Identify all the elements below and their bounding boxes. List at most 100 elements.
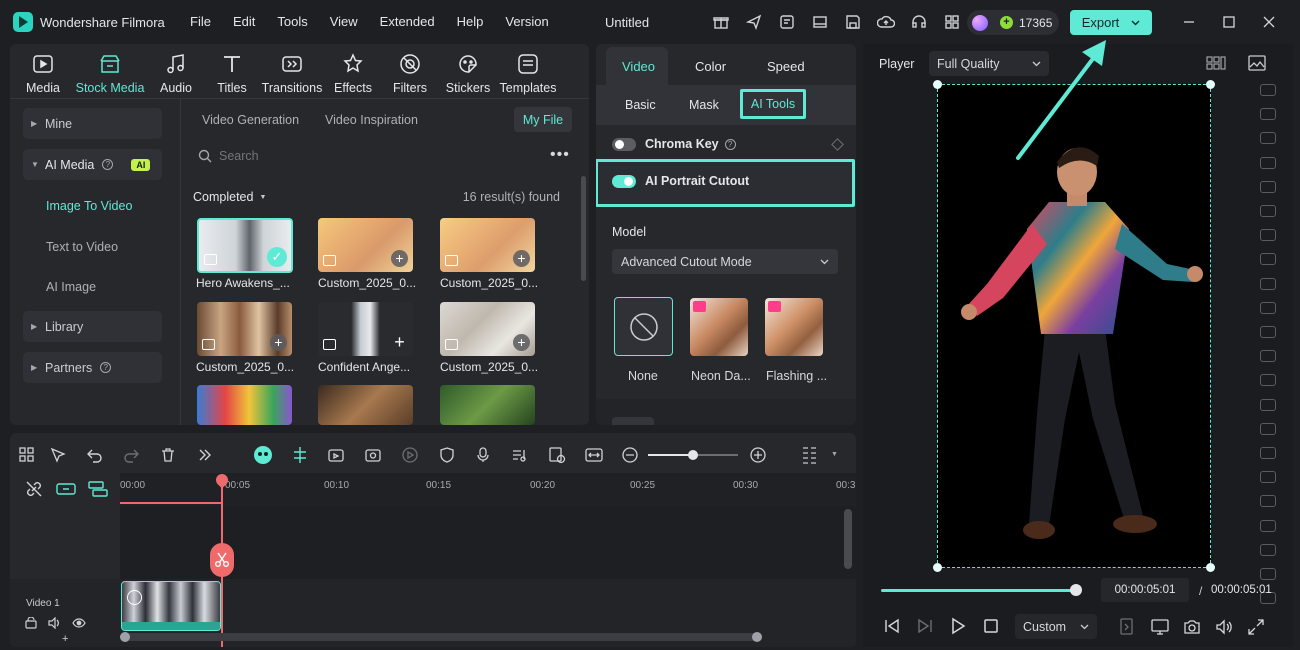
send-icon[interactable]: [743, 11, 765, 33]
my-file-button[interactable]: My File: [514, 107, 572, 132]
help-icon[interactable]: ?: [102, 159, 114, 170]
tab-color[interactable]: Color: [695, 59, 726, 74]
image-icon[interactable]: [1248, 55, 1266, 71]
media-thumbnail[interactable]: +: [318, 302, 413, 356]
resize-handle[interactable]: [933, 80, 942, 89]
tab-video-inspiration[interactable]: Video Inspiration: [325, 113, 418, 127]
media-thumbnail[interactable]: +: [197, 302, 292, 356]
maximize-icon[interactable]: [1220, 13, 1238, 31]
audio-mute-icon[interactable]: [48, 617, 62, 629]
export-button[interactable]: Export: [1070, 10, 1152, 35]
zoom-in-icon[interactable]: [748, 445, 768, 465]
menu-file[interactable]: File: [190, 14, 211, 29]
subtab-mask[interactable]: Mask: [689, 98, 719, 112]
select-pointer-icon[interactable]: [48, 445, 68, 465]
delete-icon[interactable]: [158, 445, 178, 465]
model-dropdown[interactable]: Advanced Cutout Mode: [612, 249, 838, 274]
zoom-slider-handle[interactable]: [688, 450, 698, 460]
tab-effects[interactable]: Effects: [325, 51, 381, 95]
volume-icon[interactable]: [1215, 618, 1233, 636]
media-thumbnail[interactable]: [318, 385, 413, 425]
sidebar-item-image-to-video[interactable]: Image To Video: [46, 199, 132, 213]
audio-mix-icon[interactable]: [510, 445, 530, 465]
help-icon[interactable]: ?: [724, 138, 736, 150]
close-icon[interactable]: [1260, 13, 1278, 31]
add-icon[interactable]: +: [513, 334, 530, 351]
preset-none[interactable]: [614, 297, 673, 356]
media-thumbnail[interactable]: ✓: [197, 218, 293, 273]
tab-stickers[interactable]: Stickers: [439, 51, 497, 95]
tab-audio[interactable]: Audio: [147, 51, 205, 95]
media-thumbnail[interactable]: [197, 385, 292, 425]
sidebar-item-library[interactable]: ▶ Library: [23, 311, 162, 342]
microphone-icon[interactable]: [473, 445, 493, 465]
minimize-icon[interactable]: [1180, 13, 1198, 31]
resize-handle[interactable]: [933, 563, 942, 572]
tab-transitions[interactable]: Transitions: [259, 51, 325, 95]
menu-view[interactable]: View: [330, 14, 358, 29]
search-input[interactable]: [219, 149, 519, 163]
credits-badge[interactable]: + 17365: [967, 10, 1059, 35]
current-time-box[interactable]: 00:00:05:01: [1101, 578, 1189, 602]
add-icon[interactable]: +: [391, 333, 408, 351]
clip-edit-icon[interactable]: [326, 445, 346, 465]
media-thumbnail[interactable]: +: [440, 302, 535, 356]
add-track-icon[interactable]: [56, 479, 76, 499]
previous-frame-icon[interactable]: [883, 617, 901, 635]
menu-edit[interactable]: Edit: [233, 14, 255, 29]
stop-icon[interactable]: [982, 617, 1000, 635]
layout-grid-icon[interactable]: [17, 445, 37, 465]
split-button[interactable]: [210, 543, 234, 577]
vertical-scrollbar[interactable]: [844, 509, 852, 569]
chroma-key-toggle[interactable]: [612, 137, 636, 151]
ai-assistant-icon[interactable]: [253, 445, 273, 465]
undo-icon[interactable]: [85, 445, 105, 465]
headset-icon[interactable]: [908, 11, 930, 33]
grid-view-icon[interactable]: [1206, 56, 1226, 70]
menu-version[interactable]: Version: [505, 14, 548, 29]
playhead-handle[interactable]: [1070, 584, 1082, 596]
display-icon[interactable]: [1151, 618, 1169, 636]
sidebar-item-ai-image[interactable]: AI Image: [46, 280, 96, 294]
gift-icon[interactable]: [710, 11, 732, 33]
layout-icon[interactable]: [809, 11, 831, 33]
menu-extended[interactable]: Extended: [380, 14, 435, 29]
eye-icon[interactable]: [72, 617, 86, 629]
add-icon[interactable]: +: [62, 633, 68, 645]
shield-icon[interactable]: [437, 445, 457, 465]
media-thumbnail[interactable]: +: [318, 218, 413, 272]
render-preview-icon[interactable]: [400, 445, 420, 465]
mark-in-icon[interactable]: [1119, 618, 1135, 636]
media-thumbnail[interactable]: [440, 385, 535, 425]
caret-down-icon[interactable]: ▼: [831, 451, 838, 458]
more-options-icon[interactable]: •••: [550, 146, 570, 164]
tab-stock-media[interactable]: Stock Media: [73, 51, 147, 95]
help-icon[interactable]: ?: [100, 362, 112, 373]
add-icon[interactable]: +: [270, 334, 287, 351]
tab-templates[interactable]: Templates: [497, 51, 559, 95]
scroll-handle[interactable]: [752, 632, 762, 642]
preset-neon-dance[interactable]: [690, 298, 748, 356]
sidebar-item-partners[interactable]: ▶ Partners ?: [23, 352, 162, 383]
ai-portrait-cutout-toggle[interactable]: [612, 174, 636, 188]
menu-tools[interactable]: Tools: [277, 14, 307, 29]
redo-icon[interactable]: [121, 445, 141, 465]
link-icon[interactable]: [24, 479, 44, 499]
tab-titles[interactable]: Titles: [205, 51, 259, 95]
tab-speed[interactable]: Speed: [767, 59, 805, 74]
preset-flashing[interactable]: [765, 298, 823, 356]
subtab-basic[interactable]: Basic: [625, 98, 656, 112]
status-filter-dropdown[interactable]: Completed ▼: [193, 190, 266, 204]
horizontal-scrollbar[interactable]: [124, 633, 762, 641]
tab-video[interactable]: Video: [622, 59, 655, 74]
keyframe-diamond-icon[interactable]: [831, 137, 844, 151]
video-clip[interactable]: [121, 581, 221, 631]
apps-grid-icon[interactable]: [941, 11, 963, 33]
subtab-ai-tools[interactable]: AI Tools: [740, 89, 806, 119]
track-view-icon[interactable]: [800, 445, 820, 465]
next-frame-icon[interactable]: [916, 617, 934, 635]
sidebar-item-text-to-video[interactable]: Text to Video: [46, 240, 118, 254]
save-icon[interactable]: [842, 11, 864, 33]
add-icon[interactable]: +: [391, 250, 408, 267]
more-tools-icon[interactable]: [195, 445, 215, 465]
